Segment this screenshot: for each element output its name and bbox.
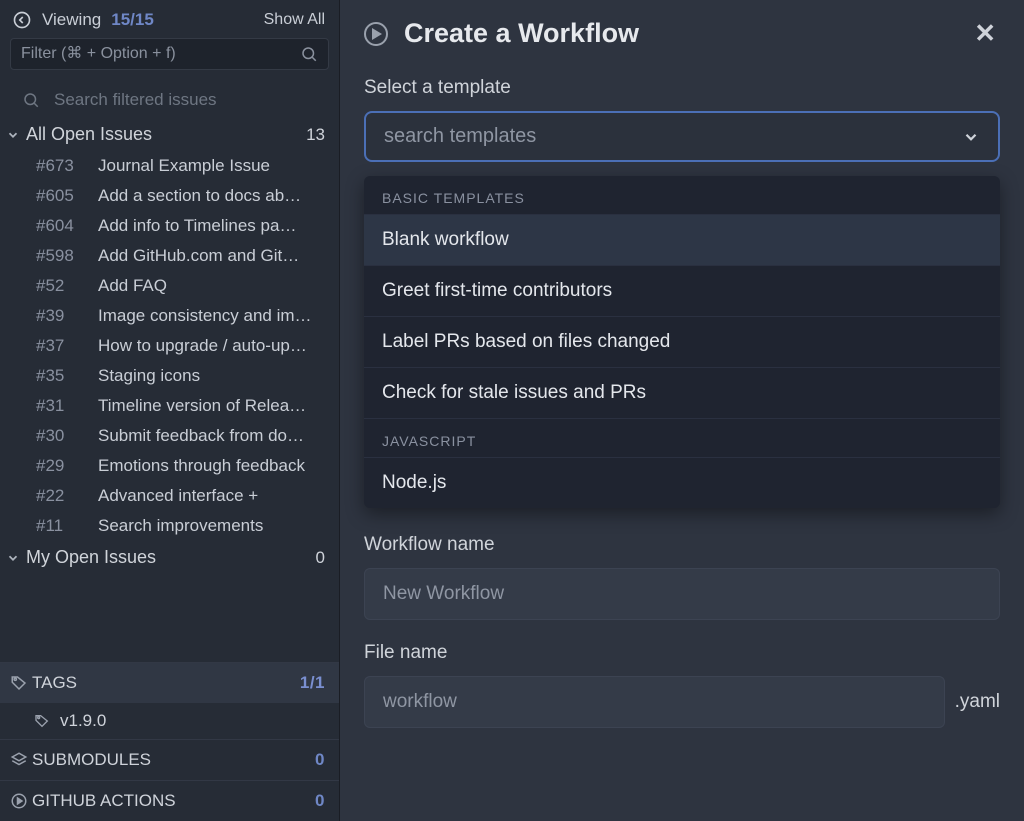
- search-filtered-row[interactable]: Search filtered issues: [0, 84, 339, 118]
- template-dropdown: BASIC TEMPLATES Blank workflow Greet fir…: [364, 176, 1000, 508]
- issue-row[interactable]: #35 Staging icons: [0, 361, 339, 391]
- actions-row[interactable]: GITHUB ACTIONS 0: [0, 780, 339, 821]
- dropdown-item[interactable]: Blank workflow: [364, 214, 1000, 265]
- dropdown-item[interactable]: Label PRs based on files changed: [364, 316, 1000, 367]
- issue-num: #35: [36, 366, 88, 386]
- chevron-down-icon: [6, 551, 26, 565]
- section-all-open-count: 13: [306, 125, 325, 145]
- issue-title: Add GitHub.com and Git…: [98, 246, 299, 266]
- back-icon[interactable]: [12, 10, 32, 30]
- issue-title: Staging icons: [98, 366, 200, 386]
- play-circle-icon: [6, 792, 32, 810]
- issue-title: Timeline version of Relea…: [98, 396, 306, 416]
- dropdown-item[interactable]: Greet first-time contributors: [364, 265, 1000, 316]
- issue-row[interactable]: #598 Add GitHub.com and Git…: [0, 241, 339, 271]
- dropdown-category: JAVASCRIPT: [364, 418, 1000, 457]
- issue-num: #598: [36, 246, 88, 266]
- template-select[interactable]: [364, 111, 1000, 162]
- issue-num: #30: [36, 426, 88, 446]
- close-icon[interactable]: ✕: [974, 18, 996, 49]
- issue-row[interactable]: #29 Emotions through feedback: [0, 451, 339, 481]
- tag-item-label: v1.9.0: [60, 711, 106, 731]
- search-icon: [300, 45, 318, 63]
- section-all-open-label: All Open Issues: [26, 124, 152, 145]
- issue-row[interactable]: #30 Submit feedback from do…: [0, 421, 339, 451]
- workflow-name-input-wrap[interactable]: [364, 568, 1000, 620]
- tags-row[interactable]: TAGS 1/1: [0, 663, 339, 703]
- issue-title: Submit feedback from do…: [98, 426, 304, 446]
- section-my-open[interactable]: My Open Issues 0: [0, 541, 339, 574]
- section-all-open[interactable]: All Open Issues 13: [0, 118, 339, 151]
- issue-title: Add a section to docs ab…: [98, 186, 301, 206]
- issue-num: #29: [36, 456, 88, 476]
- dropdown-item[interactable]: Node.js: [364, 457, 1000, 508]
- tag-icon: [6, 674, 32, 692]
- issue-num: #31: [36, 396, 88, 416]
- file-ext-label: .yaml: [955, 691, 1000, 713]
- issue-row[interactable]: #39 Image consistency and im…: [0, 301, 339, 331]
- actions-label: GITHUB ACTIONS: [32, 791, 176, 811]
- section-my-open-label: My Open Issues: [26, 547, 156, 568]
- play-circle-icon: [364, 22, 388, 46]
- file-name-input-wrap[interactable]: [364, 676, 945, 728]
- chevron-down-icon: [962, 128, 980, 146]
- issue-row[interactable]: #52 Add FAQ: [0, 271, 339, 301]
- file-name-label: File name: [364, 642, 1000, 664]
- show-all-link[interactable]: Show All: [264, 11, 325, 29]
- actions-count: 0: [315, 791, 325, 811]
- issue-row[interactable]: #673 Journal Example Issue: [0, 151, 339, 181]
- section-my-open-count: 0: [316, 548, 325, 568]
- file-name-input[interactable]: [383, 691, 926, 713]
- filter-input-wrap[interactable]: [10, 38, 329, 70]
- tags-count: 1/1: [300, 673, 325, 693]
- issue-num: #39: [36, 306, 88, 326]
- filter-input[interactable]: [21, 45, 300, 63]
- modal-create-workflow: Create a Workflow ✕ Select a template BA…: [340, 0, 1024, 821]
- issue-num: #605: [36, 186, 88, 206]
- issue-num: #673: [36, 156, 88, 176]
- submodules-row[interactable]: SUBMODULES 0: [0, 739, 339, 780]
- submodules-count: 0: [315, 750, 325, 770]
- viewing-count: 15/15: [111, 10, 154, 30]
- tag-item[interactable]: v1.9.0: [0, 703, 339, 739]
- issue-num: #52: [36, 276, 88, 296]
- issue-num: #37: [36, 336, 88, 356]
- tags-label: TAGS: [32, 673, 77, 693]
- issue-num: #11: [36, 516, 88, 536]
- sidebar: Viewing 15/15 Show All Search filtered i…: [0, 0, 340, 821]
- dropdown-item[interactable]: Check for stale issues and PRs: [364, 367, 1000, 418]
- issue-row[interactable]: #37 How to upgrade / auto-up…: [0, 331, 339, 361]
- tag-icon: [34, 713, 50, 729]
- viewing-label: Viewing: [42, 10, 101, 30]
- issue-title: Journal Example Issue: [98, 156, 270, 176]
- modal-title: Create a Workflow: [404, 18, 639, 49]
- issue-row[interactable]: #604 Add info to Timelines pa…: [0, 211, 339, 241]
- issue-title: Emotions through feedback: [98, 456, 305, 476]
- dropdown-category: BASIC TEMPLATES: [364, 176, 1000, 214]
- select-template-label: Select a template: [364, 77, 1000, 99]
- issue-row[interactable]: #605 Add a section to docs ab…: [0, 181, 339, 211]
- layers-icon: [6, 751, 32, 769]
- issue-title: Search improvements: [98, 516, 263, 536]
- submodules-label: SUBMODULES: [32, 750, 151, 770]
- search-icon: [22, 91, 40, 109]
- issue-title: Advanced interface +: [98, 486, 258, 506]
- issue-row[interactable]: #31 Timeline version of Relea…: [0, 391, 339, 421]
- issue-title: Add info to Timelines pa…: [98, 216, 296, 236]
- issue-num: #22: [36, 486, 88, 506]
- workflow-name-input[interactable]: [383, 583, 981, 605]
- issue-title: How to upgrade / auto-up…: [98, 336, 307, 356]
- issue-title: Image consistency and im…: [98, 306, 312, 326]
- template-search-input[interactable]: [384, 125, 962, 148]
- chevron-down-icon: [6, 128, 26, 142]
- issue-row[interactable]: #22 Advanced interface +: [0, 481, 339, 511]
- issue-num: #604: [36, 216, 88, 236]
- workflow-name-label: Workflow name: [364, 534, 1000, 556]
- search-filtered-label: Search filtered issues: [54, 90, 217, 110]
- issue-row[interactable]: #11 Search improvements: [0, 511, 339, 541]
- issue-title: Add FAQ: [98, 276, 167, 296]
